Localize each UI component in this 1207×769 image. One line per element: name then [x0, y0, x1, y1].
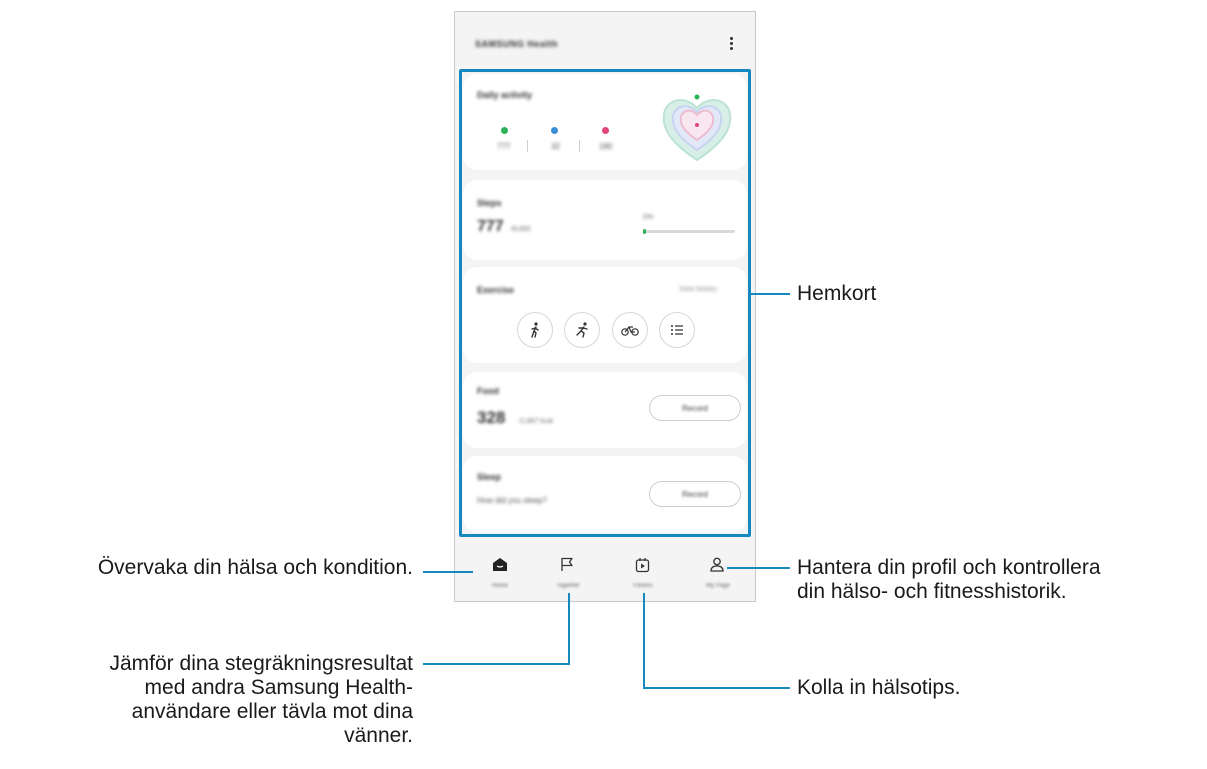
- nav-my-page-label: My Page: [706, 583, 730, 589]
- bottom-navigation: Home Together Fitness My Page: [455, 550, 755, 601]
- callout-profile-line-1: Hantera din profil och kontrollera: [797, 556, 1101, 579]
- person-icon: [710, 557, 724, 572]
- callout-together-line-4: vänner.: [344, 724, 413, 747]
- callout-line-together-h: [423, 663, 570, 665]
- callout-line-fitness-h: [643, 687, 790, 689]
- home-icon: [493, 558, 507, 571]
- callout-together-line-3: användare eller tävla mot dina: [131, 700, 413, 723]
- callout-line-fitness-v: [643, 593, 645, 689]
- nav-home-label: Home: [491, 583, 508, 589]
- callout-fitness-tab: Kolla in hälsotips.: [797, 676, 961, 699]
- callout-profile-line-2: din hälso- och fitnesshistorik.: [797, 580, 1067, 603]
- callout-together-line-2: med andra Samsung Health-: [144, 676, 413, 699]
- nav-together-label: Together: [556, 583, 580, 589]
- callout-line-together-v: [568, 593, 570, 665]
- callout-home-tab: Övervaka din hälsa och kondition.: [97, 556, 413, 579]
- callout-home-cards: Hemkort: [797, 282, 877, 305]
- callout-line-home-tab: [423, 571, 473, 573]
- callout-together-line-1: Jämför dina stegräkningsresultat: [109, 652, 414, 675]
- app-title: SAMSUNG Health: [475, 39, 559, 49]
- nav-my-page[interactable]: My Page: [698, 550, 738, 601]
- flag-icon: [561, 557, 573, 571]
- callout-profile-tab: Hantera din profil och kontrollera din h…: [797, 556, 1101, 604]
- nav-fitness-label: Fitness: [633, 583, 653, 589]
- callout-line-home-cards: [751, 293, 790, 295]
- callout-line-profile-tab: [727, 567, 790, 569]
- nav-home[interactable]: Home: [480, 550, 520, 601]
- more-vertical-icon[interactable]: [727, 37, 735, 55]
- play-calendar-icon: [635, 558, 650, 573]
- home-cards-highlight: [459, 69, 751, 537]
- callout-together-tab: Jämför dina stegräkningsresultat med and…: [0, 652, 414, 748]
